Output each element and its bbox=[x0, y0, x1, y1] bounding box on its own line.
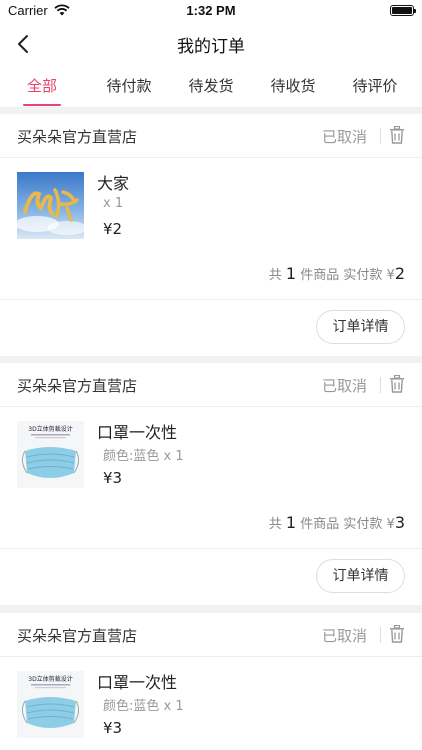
active-tab-indicator bbox=[23, 104, 61, 106]
product-spec: 颜色:蓝色 x 1 bbox=[103, 449, 184, 464]
mask-product-image: 3D立体剪裁设计 bbox=[17, 671, 84, 738]
order-actions: 订单详情 bbox=[0, 549, 422, 605]
product-price: ¥2 bbox=[103, 220, 123, 238]
order-card: 买朵朵官方直营店 已取消 3D立体剪裁设计 口罩一次性 颜色:蓝色 x 1 ¥3 bbox=[0, 613, 422, 750]
shop-header: 买朵朵官方直营店 已取消 bbox=[0, 363, 422, 407]
order-summary: 共 1 件商品 实付款 ¥3 bbox=[0, 499, 422, 549]
product-row[interactable]: 3D立体剪裁设计 口罩一次性 颜色:蓝色 x 1 ¥3 bbox=[0, 657, 422, 750]
order-status: 已取消 bbox=[321, 627, 367, 645]
tab-pending-payment[interactable]: 待付款 bbox=[87, 66, 171, 108]
divider bbox=[380, 627, 381, 643]
status-bar: Carrier 1:32 PM bbox=[0, 0, 422, 22]
product-name: 口罩一次性 bbox=[97, 423, 178, 442]
trash-icon[interactable] bbox=[389, 625, 405, 643]
tab-label: 待发货 bbox=[188, 77, 234, 95]
product-name: 口罩一次性 bbox=[97, 673, 178, 692]
svg-text:3D立体剪裁设计: 3D立体剪裁设计 bbox=[28, 675, 72, 683]
order-total-text: 共 1 件商品 实付款 ¥3 bbox=[268, 513, 405, 532]
mask-product-image: 3D立体剪裁设计 bbox=[17, 421, 84, 488]
svg-text:3D立体剪裁设计: 3D立体剪裁设计 bbox=[28, 425, 72, 433]
order-card: 买朵朵官方直营店 已取消 3D立体剪裁设计 口罩一次性 颜色:蓝色 x 1 ¥3 bbox=[0, 363, 422, 605]
order-summary: 共 1 件商品 实付款 ¥2 bbox=[0, 250, 422, 300]
order-actions: 订单详情 bbox=[0, 300, 422, 356]
nav-bar: 我的订单 bbox=[0, 22, 422, 66]
order-detail-button[interactable]: 订单详情 bbox=[316, 559, 405, 593]
tab-label: 待收货 bbox=[270, 77, 316, 95]
order-status: 已取消 bbox=[321, 128, 367, 146]
product-price: ¥3 bbox=[103, 469, 123, 487]
product-row[interactable]: 大家 x 1 ¥2 bbox=[0, 158, 422, 258]
shop-name[interactable]: 买朵朵官方直营店 bbox=[17, 126, 137, 147]
product-name: 大家 bbox=[97, 174, 130, 193]
order-card: 买朵朵官方直营店 已取消 大家 x 1 ¥2 共 1 件商品 实付款 ¥2 订单… bbox=[0, 114, 422, 356]
trash-icon[interactable] bbox=[389, 126, 405, 144]
tab-all[interactable]: 全部 bbox=[0, 66, 84, 108]
tab-pending-review[interactable]: 待评价 bbox=[333, 66, 417, 108]
shop-header: 买朵朵官方直营店 已取消 bbox=[0, 613, 422, 657]
product-spec: x 1 bbox=[103, 196, 124, 211]
order-tabs: 全部 待付款 待发货 待收货 待评价 bbox=[0, 66, 422, 108]
product-price: ¥3 bbox=[103, 719, 123, 737]
product-row[interactable]: 3D立体剪裁设计 口罩一次性 颜色:蓝色 x 1 ¥3 bbox=[0, 407, 422, 507]
tab-label: 全部 bbox=[26, 77, 57, 95]
status-time: 1:32 PM bbox=[186, 3, 236, 18]
tab-pending-shipment[interactable]: 待发货 bbox=[169, 66, 253, 108]
tab-label: 待评价 bbox=[352, 77, 398, 95]
tab-pending-receipt[interactable]: 待收货 bbox=[251, 66, 335, 108]
product-spec: 颜色:蓝色 x 1 bbox=[103, 699, 184, 714]
battery-icon bbox=[390, 5, 416, 16]
divider bbox=[380, 377, 381, 393]
divider bbox=[380, 128, 381, 144]
order-status: 已取消 bbox=[321, 377, 367, 395]
order-total-text: 共 1 件商品 实付款 ¥2 bbox=[268, 264, 405, 283]
shop-name[interactable]: 买朵朵官方直营店 bbox=[17, 375, 137, 396]
calligraphy-product-image bbox=[17, 172, 84, 239]
tab-label: 待付款 bbox=[106, 77, 152, 95]
shop-header: 买朵朵官方直营店 已取消 bbox=[0, 114, 422, 158]
trash-icon[interactable] bbox=[389, 375, 405, 393]
order-detail-button[interactable]: 订单详情 bbox=[316, 310, 405, 344]
page-title: 我的订单 bbox=[177, 37, 245, 57]
shop-name[interactable]: 买朵朵官方直营店 bbox=[17, 625, 137, 646]
